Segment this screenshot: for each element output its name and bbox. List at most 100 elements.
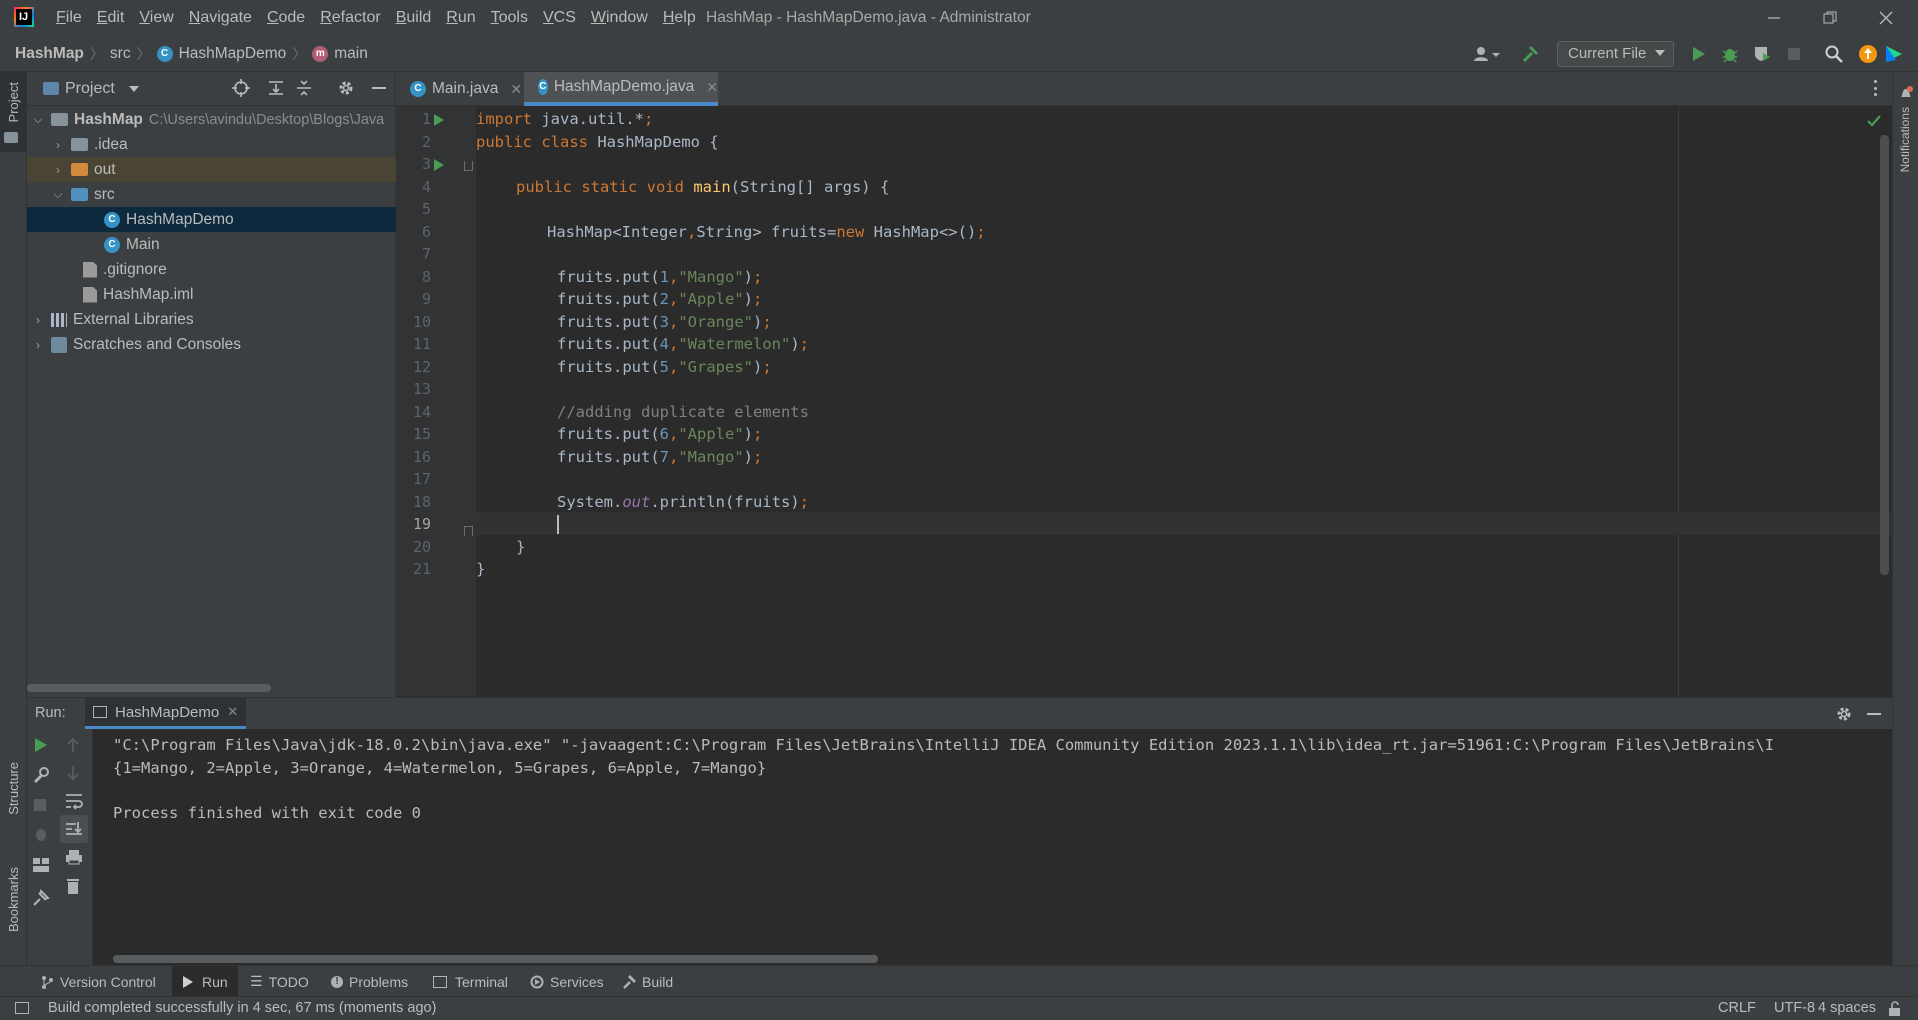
console-horizontal-scrollbar[interactable] [113, 955, 878, 963]
tab-terminal[interactable]: Terminal [433, 966, 508, 997]
coverage-icon [1755, 47, 1770, 61]
code-editor[interactable]: import java.util.*; public class HashMap… [476, 106, 1892, 696]
trash-icon[interactable] [65, 877, 85, 897]
wrench-icon[interactable] [32, 766, 52, 786]
tab-services[interactable]: Services [530, 966, 604, 997]
close-window-button[interactable] [1858, 0, 1914, 36]
code-line-6: HashMap<Integer,String> fruits=new HashM… [547, 223, 986, 241]
fold-icon[interactable] [464, 161, 473, 171]
bug-icon [1722, 49, 1738, 63]
print-icon[interactable] [65, 849, 85, 869]
run-button[interactable] [1688, 44, 1708, 64]
tree-item-external-libraries[interactable]: › External Libraries [27, 307, 396, 332]
hide-panel-icon[interactable] [1867, 713, 1881, 715]
menu-build[interactable]: Build [396, 9, 442, 27]
branch-icon [42, 975, 53, 989]
fold-icon[interactable] [464, 526, 473, 536]
build-hammer-icon[interactable] [1520, 44, 1540, 64]
class-icon: C [410, 81, 426, 97]
collapse-all-icon[interactable] [295, 79, 313, 102]
file-encoding[interactable]: UTF-8 [1774, 1000, 1815, 1016]
close-tab-icon[interactable]: ✕ [706, 79, 718, 96]
arrow-up-icon[interactable] [65, 737, 85, 757]
update-button[interactable] [1858, 44, 1878, 64]
jetbrains-toolbox-button[interactable] [1884, 44, 1904, 64]
chevron-down-icon[interactable] [128, 85, 139, 92]
indent-setting[interactable]: 4 spaces [1818, 1000, 1876, 1016]
hide-panel-icon[interactable] [372, 87, 386, 89]
debug-disabled-icon[interactable] [32, 825, 52, 845]
run-class-gutter-icon[interactable] [434, 114, 444, 126]
tree-item-iml[interactable]: HashMap.iml [27, 282, 396, 307]
soft-wrap-icon[interactable] [65, 793, 85, 813]
run-configuration-select[interactable]: Current File [1557, 41, 1674, 67]
toggle-tool-windows-icon[interactable] [15, 1002, 29, 1014]
tab-problems[interactable]: ! Problems [331, 966, 408, 997]
tree-item-hashmapdemo[interactable]: C HashMapDemo [27, 207, 396, 232]
project-horizontal-scrollbar[interactable] [27, 684, 271, 692]
status-message[interactable]: Build completed successfully in 4 sec, 6… [48, 1000, 436, 1016]
tab-version-control[interactable]: Version Control [40, 966, 156, 997]
menu-window[interactable]: Window [591, 9, 658, 27]
breadcrumb-project[interactable]: HashMap [15, 45, 84, 63]
unlock-icon[interactable] [1888, 1001, 1902, 1017]
rerun-icon[interactable] [32, 737, 52, 757]
tree-item-label: src [94, 185, 115, 203]
line-separator[interactable]: CRLF [1718, 1000, 1756, 1016]
project-panel-title[interactable]: Project [65, 80, 115, 98]
stop-icon[interactable] [32, 797, 52, 817]
tree-item-gitignore[interactable]: .gitignore [27, 257, 396, 282]
run-tab-hashmapdemo[interactable]: HashMapDemo ✕ [85, 698, 247, 729]
tree-item-scratches[interactable]: › Scratches and Consoles [27, 332, 396, 357]
breadcrumb-src[interactable]: src [110, 45, 131, 63]
menu-run[interactable]: Run [446, 9, 485, 27]
notifications-tool-button[interactable]: Notifications [1893, 72, 1918, 182]
more-options-icon[interactable] [1874, 80, 1878, 96]
tree-item-src[interactable]: ⌵ src [27, 182, 396, 207]
gear-icon[interactable] [337, 79, 355, 102]
no-problems-check-icon[interactable] [1866, 114, 1882, 128]
coverage-button[interactable] [1752, 44, 1772, 64]
scroll-to-end-button[interactable] [60, 815, 88, 843]
window-title: HashMap - HashMapDemo.java - Administrat… [706, 9, 1031, 26]
gear-icon[interactable] [1835, 705, 1853, 723]
menu-navigate[interactable]: Navigate [189, 9, 262, 27]
close-tab-icon[interactable]: ✕ [227, 704, 238, 720]
menu-code[interactable]: Code [267, 9, 315, 27]
tree-root-hashmap[interactable]: ⌵ HashMap C:\Users\avindu\Desktop\Blogs\… [27, 107, 396, 132]
layout-icon[interactable] [32, 857, 52, 877]
close-tab-icon[interactable]: ✕ [510, 81, 522, 98]
search-button[interactable] [1824, 44, 1844, 64]
minimize-button[interactable] [1746, 0, 1802, 36]
tab-todo[interactable]: ☰ TODO [250, 966, 309, 997]
stop-button[interactable] [1784, 44, 1804, 64]
tab-build[interactable]: Build [622, 966, 673, 997]
tab-run[interactable]: Run [172, 966, 238, 997]
menu-view[interactable]: View [139, 9, 183, 27]
menu-refactor[interactable]: Refactor [320, 9, 390, 27]
tree-item-idea[interactable]: › .idea [27, 132, 396, 157]
bookmarks-tool-button[interactable]: Bookmarks [0, 867, 27, 967]
pin-icon[interactable] [32, 889, 52, 909]
debug-button[interactable] [1720, 44, 1740, 64]
structure-tool-button[interactable]: Structure [0, 762, 27, 850]
code-line-4: public static void main(String[] args) { [516, 178, 890, 196]
expand-all-icon[interactable] [267, 79, 285, 102]
run-main-gutter-icon[interactable] [434, 159, 444, 171]
menu-vcs[interactable]: VCS [543, 9, 586, 27]
breadcrumb-method[interactable]: main [334, 45, 368, 63]
locate-file-icon[interactable] [232, 79, 250, 102]
breadcrumb-class[interactable]: HashMapDemo [179, 45, 287, 63]
menu-edit[interactable]: Edit [97, 9, 135, 27]
tab-main-java[interactable]: C Main.java ✕ [396, 72, 523, 106]
account-icon[interactable] [1472, 44, 1502, 64]
editor-vertical-scrollbar[interactable] [1880, 135, 1889, 575]
menu-file[interactable]: File [56, 9, 92, 27]
menu-tools[interactable]: Tools [491, 9, 538, 27]
tree-item-out[interactable]: › out [27, 157, 396, 182]
tree-item-main[interactable]: C Main [27, 232, 396, 257]
arrow-down-icon[interactable] [65, 765, 85, 785]
restore-button[interactable] [1802, 0, 1858, 36]
menu-help[interactable]: Help [663, 9, 706, 27]
tab-hashmapdemo-java[interactable]: C HashMapDemo.java ✕ [524, 72, 718, 106]
